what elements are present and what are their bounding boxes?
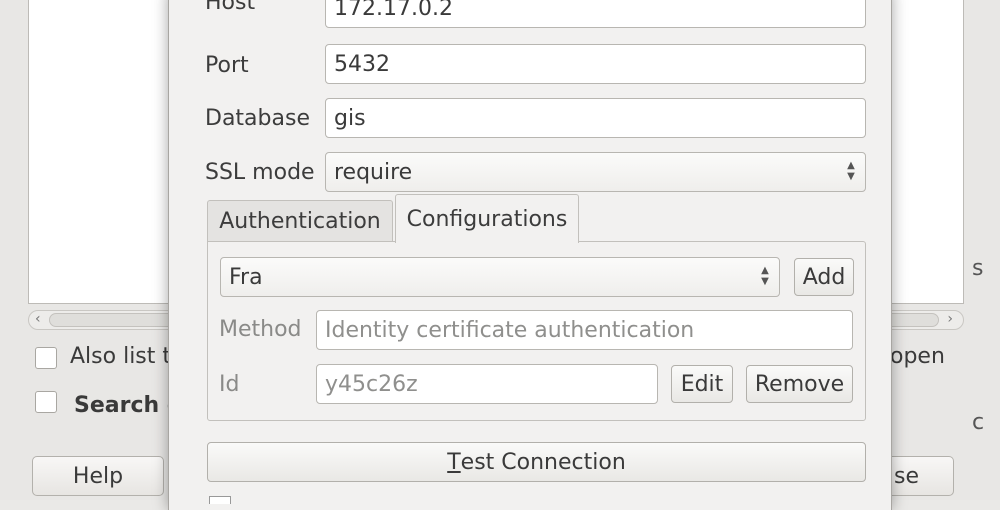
ssl-mode-label: SSL mode — [205, 160, 315, 185]
test-connection-mnemonic: T — [447, 449, 461, 475]
also-list-label: Also list t — [70, 344, 172, 369]
save-checkbox-partial[interactable] — [209, 496, 231, 504]
spinner-arrows-icon: ▲ ▼ — [761, 265, 769, 287]
help-button[interactable]: Help — [32, 456, 164, 496]
ssl-mode-value: require — [334, 159, 413, 185]
tab-authentication[interactable]: Authentication — [207, 200, 393, 242]
add-button[interactable]: Add — [794, 258, 854, 296]
database-input[interactable]: gis — [325, 98, 866, 138]
spinner-arrows-icon: ▲ ▼ — [847, 160, 855, 182]
host-input[interactable]: 172.17.0.2 — [325, 0, 866, 28]
right-edge-text-2: c — [972, 410, 985, 435]
also-list-checkbox[interactable] — [35, 347, 57, 369]
test-connection-button[interactable]: Test Connection — [207, 442, 866, 482]
port-input[interactable]: 5432 — [325, 44, 866, 84]
scroll-right-icon[interactable]: › — [947, 311, 953, 327]
id-field: y45c26z — [316, 364, 658, 404]
host-label: Host — [205, 0, 256, 15]
port-label: Port — [205, 53, 249, 78]
search-label: Search c — [74, 393, 180, 418]
method-label: Method — [219, 317, 302, 342]
database-label: Database — [205, 106, 310, 131]
search-checkbox[interactable] — [35, 391, 57, 413]
close-button[interactable]: se — [892, 456, 954, 496]
ssl-mode-select[interactable]: require ▲ ▼ — [325, 152, 866, 192]
id-label: Id — [219, 372, 240, 397]
tab-configurations[interactable]: Configurations — [395, 194, 579, 243]
method-field: Identity certificate authentication — [316, 310, 853, 350]
configuration-value: Fra — [229, 264, 263, 290]
scroll-left-icon[interactable]: ‹ — [35, 311, 41, 327]
connection-dialog: Host 172.17.0.2 Port 5432 Database gis S… — [168, 0, 892, 510]
right-edge-text-1: s — [972, 256, 984, 281]
test-connection-label: est Connection — [460, 449, 626, 475]
edit-button[interactable]: Edit — [671, 365, 733, 403]
remove-button[interactable]: Remove — [746, 365, 853, 403]
configuration-select[interactable]: Fra ▲ ▼ — [220, 257, 780, 297]
configurations-panel: Fra ▲ ▼ Add Method Identity certificate a… — [207, 241, 866, 421]
open-label: open — [890, 344, 945, 369]
